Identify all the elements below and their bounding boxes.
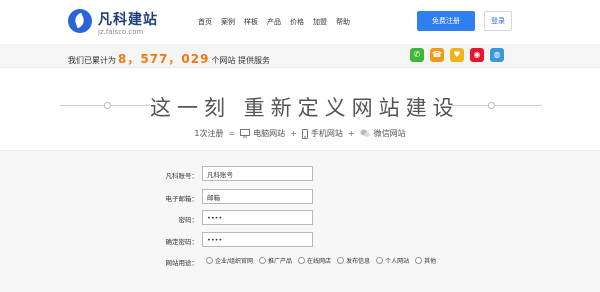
- logo[interactable]: 凡科建站 jz.faisco.com: [68, 8, 216, 38]
- purpose-row: 网站用途： 企业/组织官网 推广产品 在线网店 发布信息 个人网站 其他: [0, 255, 600, 267]
- password-label: 密码：: [178, 216, 199, 224]
- purpose-label: 网站用途：: [165, 259, 199, 267]
- site-count: 8，577，029: [118, 52, 210, 66]
- plus-sign: +: [290, 129, 297, 138]
- feature-pc: 电脑网站: [240, 128, 285, 139]
- login-button[interactable]: 登录: [484, 11, 512, 31]
- phone-icon[interactable]: ☎: [430, 48, 444, 62]
- confirm-password-label: 确定密码：: [165, 238, 199, 246]
- nav-cases[interactable]: 案例: [221, 17, 235, 29]
- radio-label: 发布信息: [346, 258, 371, 265]
- weixin-site-label: 微信网站: [373, 129, 406, 138]
- radio-circle[interactable]: [206, 257, 213, 264]
- header: 凡科建站 jz.faisco.com 首页 案例 样板 产品 价格 加盟 帮助 …: [0, 0, 600, 44]
- wechat-icon[interactable]: ✆: [410, 48, 424, 62]
- stats-prefix: 我们已累计为: [68, 56, 116, 65]
- password-row: 密码：: [0, 210, 600, 226]
- password-input[interactable]: [202, 210, 313, 225]
- radio-label: 其他: [424, 258, 437, 265]
- one-registration: 1次注册: [194, 129, 224, 138]
- account-label: 凡科账号：: [165, 172, 199, 180]
- favorite-icon[interactable]: ♥: [450, 48, 464, 62]
- monitor-icon: [240, 129, 251, 138]
- plus-sign: +: [347, 129, 355, 138]
- register-form: 凡科账号： 电子邮箱： 密码： 确定密码： 网站用途： 企业/组织官网 推广产品…: [0, 150, 600, 292]
- nav-templates[interactable]: 样板: [244, 17, 258, 29]
- nav-pricing[interactable]: 价格: [290, 17, 304, 29]
- confirm-password-input[interactable]: [202, 232, 313, 247]
- wechat-bubble-icon: [359, 129, 370, 137]
- feature-formula: 1次注册 = 电脑网站 + 手机网站 + 微信网站: [0, 128, 600, 139]
- slogan-title: 这一刻 重新定义网站建设: [150, 96, 460, 120]
- purpose-radio-shop[interactable]: 在线网店: [298, 256, 331, 265]
- site-count-text: 我们已累计为 8，577，029 个网站 提供服务: [68, 50, 270, 67]
- radio-circle[interactable]: [337, 257, 345, 264]
- nav-home[interactable]: 首页: [198, 17, 212, 29]
- nav-help[interactable]: 帮助: [336, 17, 350, 29]
- purpose-radio-enterprise[interactable]: 企业/组织官网: [206, 256, 253, 265]
- stats-bar: 我们已累计为 8，577，029 个网站 提供服务 ✆ ☎ ♥ ◉ ◍: [0, 44, 600, 68]
- weibo-icon[interactable]: ◉: [470, 48, 484, 62]
- logo-icon: [68, 9, 92, 33]
- radio-circle[interactable]: [415, 257, 423, 264]
- decor-line-right: [452, 105, 542, 106]
- decor-dot-left: [104, 102, 111, 109]
- email-row: 电子邮箱：: [0, 189, 600, 205]
- decor-dot-right: [488, 102, 495, 109]
- tencent-weibo-icon[interactable]: ◍: [490, 48, 504, 62]
- mobile-site-label: 手机网站: [310, 129, 343, 138]
- radio-label: 个人网站: [385, 258, 410, 265]
- radio-circle[interactable]: [259, 257, 267, 264]
- feature-mobile: 手机网站: [301, 128, 343, 139]
- nav-franchise[interactable]: 加盟: [313, 17, 327, 29]
- purpose-radio-info[interactable]: 发布信息: [337, 256, 370, 265]
- purpose-radio-personal[interactable]: 个人网站: [376, 256, 409, 265]
- feature-weixin: 微信网站: [359, 128, 406, 139]
- register-button[interactable]: 免费注册: [417, 11, 475, 31]
- logo-domain: jz.faisco.com: [98, 28, 144, 36]
- logo-name: 凡科建站: [98, 12, 158, 28]
- radio-circle[interactable]: [376, 257, 384, 264]
- radio-label: 企业/组织官网: [215, 258, 254, 265]
- purpose-options: 企业/组织官网 推广产品 在线网店 发布信息 个人网站 其他: [206, 256, 436, 265]
- mobile-phone-icon: [301, 128, 308, 139]
- account-input[interactable]: [202, 166, 313, 181]
- equals-sign: =: [228, 129, 236, 138]
- purpose-radio-promote[interactable]: 推广产品: [259, 256, 292, 265]
- slogan-banner: 这一刻 重新定义网站建设 1次注册 = 电脑网站 + 手机网站 + 微信网站: [0, 72, 600, 150]
- account-row: 凡科账号：: [0, 166, 600, 182]
- stats-suffix: 个网站 提供服务: [211, 56, 270, 65]
- email-label: 电子邮箱：: [165, 195, 199, 203]
- radio-label: 在线网店: [307, 258, 332, 265]
- social-links: ✆ ☎ ♥ ◉ ◍: [410, 48, 504, 62]
- purpose-radio-other[interactable]: 其他: [415, 256, 436, 265]
- radio-label: 推广产品: [268, 258, 293, 265]
- confirm-password-row: 确定密码：: [0, 232, 600, 248]
- pc-site-label: 电脑网站: [253, 129, 286, 138]
- page: 凡科建站 jz.faisco.com 首页 案例 样板 产品 价格 加盟 帮助 …: [0, 0, 600, 292]
- radio-circle[interactable]: [298, 257, 306, 264]
- nav-products[interactable]: 产品: [267, 17, 281, 29]
- email-input[interactable]: [202, 189, 313, 204]
- main-nav: 首页 案例 样板 产品 价格 加盟 帮助: [198, 17, 350, 29]
